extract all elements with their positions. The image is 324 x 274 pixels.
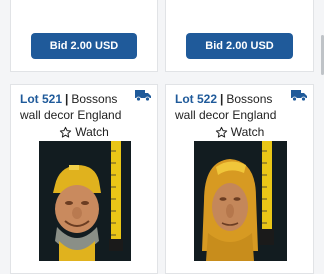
watch-toggle[interactable]: Watch xyxy=(166,125,313,139)
watch-toggle[interactable]: Watch xyxy=(11,125,157,139)
star-icon xyxy=(60,126,72,138)
watch-label: Watch xyxy=(230,125,265,139)
lot-title-line1[interactable]: Bossons xyxy=(226,92,272,106)
truck-icon xyxy=(135,90,151,102)
lot-image[interactable] xyxy=(194,141,287,261)
separator: | xyxy=(220,92,224,106)
lot-card[interactable]: Lot 521 | Bossons wall decor England Wat… xyxy=(10,84,158,274)
lot-title-line1[interactable]: Bossons xyxy=(71,92,117,106)
separator: | xyxy=(65,92,69,106)
lot-header: Lot 521 | Bossons xyxy=(20,90,151,108)
watch-label: Watch xyxy=(75,125,109,139)
lot-image[interactable] xyxy=(39,141,131,261)
lot-title-line2[interactable]: wall decor England xyxy=(175,108,276,122)
lot-header: Lot 522 | Bossons xyxy=(175,90,307,108)
lot-number[interactable]: Lot 521 xyxy=(20,92,62,106)
plaque-photo xyxy=(39,141,131,261)
bid-button[interactable]: Bid 2.00 USD xyxy=(186,33,293,59)
truck-icon xyxy=(291,90,307,102)
star-icon xyxy=(215,126,227,138)
plaque-photo xyxy=(194,141,287,261)
lot-title-line2[interactable]: wall decor England xyxy=(20,108,121,122)
bid-button[interactable]: Bid 2.00 USD xyxy=(31,33,137,59)
lot-number[interactable]: Lot 522 xyxy=(175,92,217,106)
lot-card[interactable]: Lot 522 | Bossons wall decor England Wat… xyxy=(165,84,314,274)
bid-card: Bid 2.00 USD xyxy=(10,0,158,72)
bid-card: Bid 2.00 USD xyxy=(165,0,314,72)
